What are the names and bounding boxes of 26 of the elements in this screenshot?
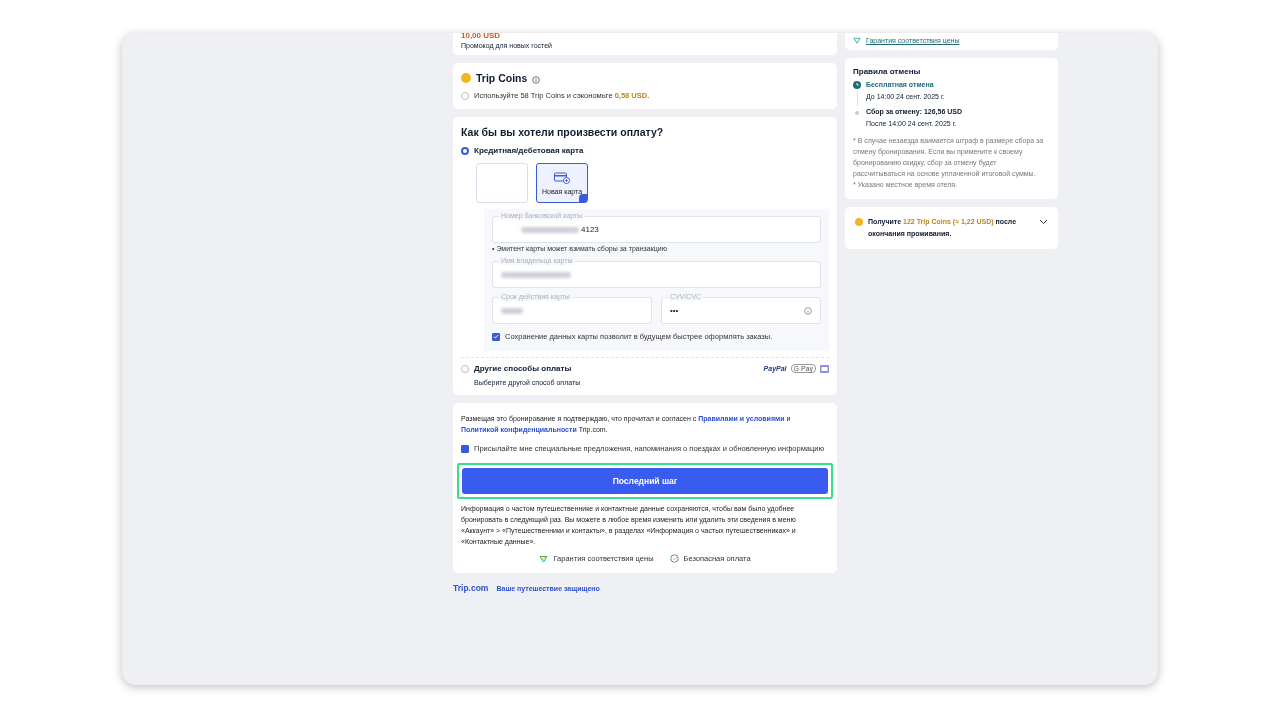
radio-button[interactable] [461,146,469,155]
blurred-text [501,271,571,278]
card-plus-icon [554,171,570,184]
logo: Trip.com [453,583,489,593]
submit-button[interactable]: Последний шаг [462,468,828,494]
payment-title: Как бы вы хотели произвести оплату? [461,126,665,138]
cancellation-title: Правила отмены [853,67,922,76]
trip-coins-title: Trip Coins [476,72,528,84]
check-corner-icon [579,194,587,202]
checkbox[interactable] [461,444,469,453]
chevron-down-icon[interactable] [1039,219,1048,225]
blurred-text [521,226,579,233]
info-icon [804,306,812,315]
clock-icon [853,81,861,89]
coin-icon [461,73,471,83]
timeline-dot [855,111,859,115]
card-icon [820,364,829,373]
shield-check-icon [669,554,679,563]
checkbox[interactable] [492,332,500,341]
payment-method-label: Кредитная/дебетовая карта [474,146,584,155]
coin-icon [855,218,863,226]
info-icon [532,76,541,84]
card-tile[interactable] [476,163,528,203]
payment-method-label: Другие способы оплаты [474,364,572,373]
promo-amount: 10,00 USD [461,33,502,40]
blurred-text [501,307,523,314]
